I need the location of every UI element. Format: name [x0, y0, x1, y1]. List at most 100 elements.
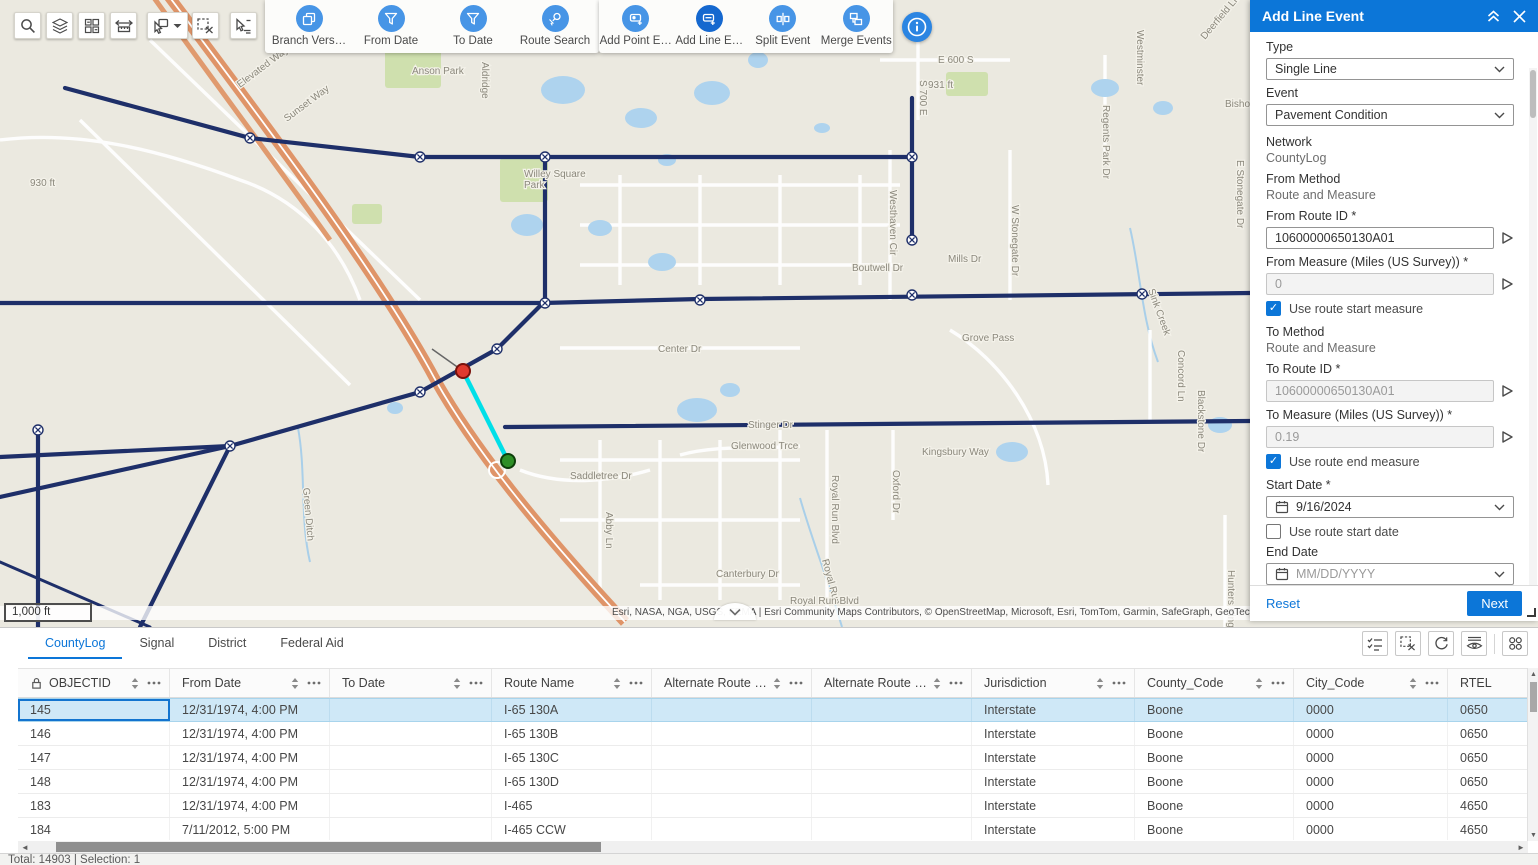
table-cell[interactable]	[330, 770, 492, 793]
table-row[interactable]: 14812/31/1974, 4:00 PM I-65 130D Interstat…	[18, 770, 1528, 794]
measure-tool-button[interactable]	[110, 12, 137, 39]
table-cell[interactable]: 0650	[1448, 722, 1528, 745]
reset-button[interactable]: Reset	[1266, 596, 1467, 611]
scroll-up-arrow[interactable]: ▲	[1528, 668, 1538, 680]
column-header-rtel[interactable]: RTEL	[1448, 669, 1528, 697]
table-cell[interactable]: 147	[18, 746, 170, 769]
use-route-end-measure-checkbox[interactable]: Use route end measure	[1266, 454, 1514, 469]
column-header-alternate-route-[interactable]: Alternate Route …	[652, 669, 812, 697]
use-route-start-date-checkbox[interactable]: Use route start date	[1266, 524, 1514, 539]
refresh-button[interactable]	[1428, 631, 1454, 656]
select-tool-button[interactable]	[147, 12, 188, 39]
column-header-jurisdiction[interactable]: Jurisdiction	[972, 669, 1135, 697]
table-cell[interactable]	[652, 818, 812, 840]
table-cell[interactable]: I-65 130B	[492, 722, 652, 745]
panel-resize-handle[interactable]	[1527, 608, 1536, 617]
sort-icon[interactable]	[613, 678, 621, 689]
tab-district[interactable]: District	[191, 628, 263, 659]
close-panel-button[interactable]	[1513, 10, 1526, 23]
table-row[interactable]: 14712/31/1974, 4:00 PMI-65 130CInterstat…	[18, 746, 1528, 770]
use-route-start-measure-checkbox[interactable]: Use route start measure	[1266, 301, 1514, 316]
table-cell[interactable]: Interstate	[972, 699, 1135, 721]
scroll-right-arrow[interactable]: ►	[1514, 841, 1528, 853]
table-cell[interactable]: 0650	[1448, 699, 1528, 721]
table-cell[interactable]: 148	[18, 770, 170, 793]
table-cell[interactable]: 12/31/1974, 4:00 PM	[170, 770, 330, 793]
table-cell[interactable]: 7/11/2012, 5:00 PM	[170, 818, 330, 840]
table-cell[interactable]: 12/31/1974, 4:00 PM	[170, 722, 330, 745]
table-cell[interactable]: I-65 130D	[492, 770, 652, 793]
add-point-event-button[interactable]: Add Point E…	[599, 5, 673, 47]
sort-icon[interactable]	[933, 678, 941, 689]
table-cell[interactable]	[812, 818, 972, 840]
table-cell[interactable]: 12/31/1974, 4:00 PM	[170, 699, 330, 721]
table-cell[interactable]: Interstate	[972, 794, 1135, 817]
pick-route-from-map-icon[interactable]	[1501, 231, 1514, 245]
table-cell[interactable]	[812, 770, 972, 793]
table-cell[interactable]	[812, 722, 972, 745]
vertical-scroll-thumb[interactable]	[1530, 682, 1537, 712]
column-menu-icon[interactable]	[147, 681, 161, 685]
table-cell[interactable]: Boone	[1135, 722, 1294, 745]
table-cell[interactable]: 0000	[1294, 722, 1448, 745]
table-cell[interactable]	[652, 699, 812, 721]
end-date-input[interactable]: MM/DD/YYYY	[1266, 563, 1514, 585]
table-options-button[interactable]	[1502, 631, 1528, 656]
from-route-id-input[interactable]	[1266, 227, 1494, 249]
route-search-button[interactable]: Route Search	[517, 5, 593, 47]
table-cell[interactable]: Interstate	[972, 770, 1135, 793]
event-select[interactable]: Pavement Condition	[1266, 104, 1514, 126]
table-cell[interactable]: I-465 CCW	[492, 818, 652, 840]
table-cell[interactable]	[330, 746, 492, 769]
add-line-event-button[interactable]: Add Line E…	[673, 5, 747, 47]
table-cell[interactable]: 4650	[1448, 818, 1528, 840]
search-tool-button[interactable]	[14, 12, 41, 39]
sort-icon[interactable]	[1096, 678, 1104, 689]
table-cell[interactable]	[652, 722, 812, 745]
table-row[interactable]: 14512/31/1974, 4:00 PMI-65 130AInterstat…	[18, 698, 1528, 722]
table-cell[interactable]	[330, 699, 492, 721]
branch-versions-button[interactable]: Branch Vers…	[271, 5, 347, 47]
column-header-objectid[interactable]: OBJECTID	[18, 669, 170, 697]
start-date-input[interactable]: 9/16/2024	[1266, 496, 1514, 518]
table-cell[interactable]: I-65 130C	[492, 746, 652, 769]
table-cell[interactable]	[812, 699, 972, 721]
table-cell[interactable]: 0000	[1294, 699, 1448, 721]
table-cell[interactable]: 0650	[1448, 770, 1528, 793]
tab-countylog[interactable]: CountyLog	[28, 628, 122, 659]
select-route-tool-button[interactable]	[230, 12, 257, 39]
from-date-button[interactable]: From Date	[353, 5, 429, 47]
clear-selection-tool-button[interactable]	[192, 12, 219, 39]
table-cell[interactable]: Boone	[1135, 746, 1294, 769]
table-cell[interactable]: 0000	[1294, 794, 1448, 817]
table-cell[interactable]: 4650	[1448, 794, 1528, 817]
table-row[interactable]: 18312/31/1974, 4:00 PMI-465InterstateBoo…	[18, 794, 1528, 818]
table-cell[interactable]: Boone	[1135, 699, 1294, 721]
sort-icon[interactable]	[1409, 678, 1417, 689]
tab-federal-aid[interactable]: Federal Aid	[263, 628, 360, 659]
pick-measure-from-map-icon[interactable]	[1501, 277, 1514, 291]
show-selected-records-button[interactable]	[1362, 631, 1388, 656]
table-cell[interactable]: 146	[18, 722, 170, 745]
hide-columns-button[interactable]	[1461, 631, 1487, 656]
sort-icon[interactable]	[773, 678, 781, 689]
clear-table-selection-button[interactable]	[1395, 631, 1421, 656]
sort-icon[interactable]	[291, 678, 299, 689]
table-cell[interactable]: Interstate	[972, 722, 1135, 745]
table-cell[interactable]: 183	[18, 794, 170, 817]
pick-route-from-map-icon[interactable]	[1501, 384, 1514, 398]
sort-icon[interactable]	[1255, 678, 1263, 689]
column-menu-icon[interactable]	[307, 681, 321, 685]
scroll-down-arrow[interactable]: ▼	[1528, 829, 1538, 841]
column-menu-icon[interactable]	[469, 681, 483, 685]
column-menu-icon[interactable]	[789, 681, 803, 685]
column-menu-icon[interactable]	[1425, 681, 1439, 685]
table-cell[interactable]	[330, 818, 492, 840]
table-cell[interactable]	[330, 794, 492, 817]
tab-signal[interactable]: Signal	[122, 628, 191, 659]
pick-measure-from-map-icon[interactable]	[1501, 430, 1514, 444]
table-cell[interactable]: Interstate	[972, 818, 1135, 840]
table-row[interactable]: 14612/31/1974, 4:00 PM I-65 130B Interstat…	[18, 722, 1528, 746]
horizontal-scrollbar[interactable]: ◄ ►	[18, 841, 1528, 853]
table-cell[interactable]: 0000	[1294, 770, 1448, 793]
